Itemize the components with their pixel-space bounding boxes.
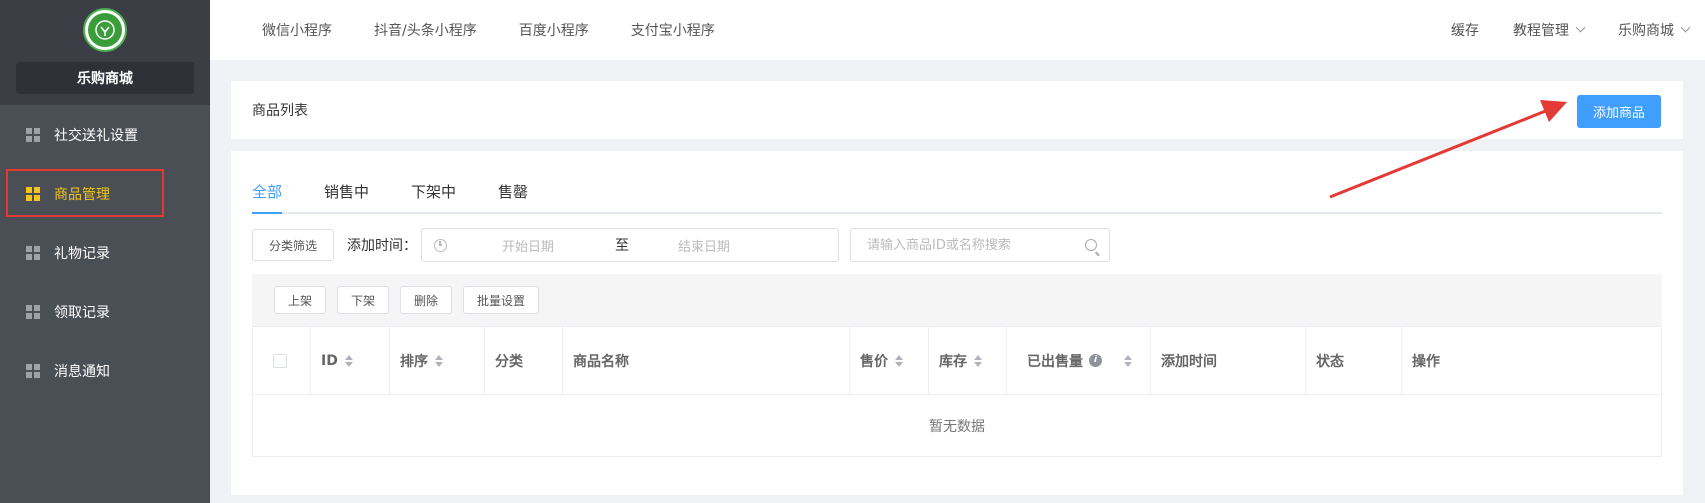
cache-link[interactable]: 缓存	[1451, 20, 1479, 40]
search-icon[interactable]	[1085, 239, 1098, 251]
add-time-label: 添加时间：	[347, 238, 418, 254]
date-range-picker[interactable]: 开始日期 至 结束日期	[421, 228, 840, 262]
sidebar-item-gift-records[interactable]: 礼物记录	[0, 223, 210, 282]
category-filter-button[interactable]: 分类筛选	[252, 229, 335, 261]
shop-dropdown[interactable]: 乐购商城	[1618, 20, 1691, 40]
sidebar-item-claim-records[interactable]: 领取记录	[0, 282, 210, 341]
clock-icon	[434, 238, 448, 252]
th-actions: 操作	[1412, 353, 1440, 370]
empty-state: 暂无数据	[929, 418, 985, 435]
shop-logo	[83, 8, 127, 52]
end-date-input[interactable]: 结束日期	[678, 236, 730, 255]
search-input[interactable]	[867, 237, 1088, 253]
sidebar: 乐购商城 社交送礼设置 商品管理 礼物记录 领取记录 消息通知	[0, 0, 210, 503]
grid-icon	[26, 127, 40, 142]
take-off-shelf-button[interactable]: 下架	[337, 286, 390, 314]
chevron-down-icon	[1575, 22, 1586, 33]
grid-icon	[26, 304, 40, 319]
status-tabs: 全部 销售中 下架中 售罄	[252, 170, 1662, 214]
nav-wechat-miniprogram[interactable]: 微信小程序	[262, 20, 332, 40]
sort-icon	[974, 354, 982, 367]
list-on-shelf-button[interactable]: 上架	[274, 286, 327, 314]
chevron-down-icon	[1680, 22, 1691, 33]
delete-button[interactable]: 删除	[400, 286, 453, 314]
sort-icon	[344, 354, 353, 367]
table-header: ID 排序 分类 商品名称 售价 库存 已出售量 i 添加时间 状态 操作	[253, 327, 1661, 395]
sidebar-item-label: 社交送礼设置	[54, 127, 138, 144]
th-price[interactable]: 售价	[850, 327, 929, 394]
tab-all[interactable]: 全部	[252, 170, 283, 214]
sidebar-item-label: 商品管理	[54, 186, 110, 203]
nav-baidu-miniprogram[interactable]: 百度小程序	[519, 20, 589, 40]
sidebar-header: 乐购商城	[0, 0, 210, 105]
tutorial-dropdown[interactable]: 教程管理	[1513, 20, 1586, 40]
th-sold-quantity[interactable]: 已出售量 i	[1007, 327, 1151, 394]
sort-icon	[1124, 354, 1132, 367]
sidebar-item-label: 领取记录	[54, 304, 110, 321]
search-box	[850, 228, 1111, 262]
sort-icon	[895, 354, 903, 367]
sidebar-item-label: 礼物记录	[54, 245, 110, 262]
tab-sold-out[interactable]: 售罄	[498, 170, 528, 212]
sidebar-item-gift-settings[interactable]: 社交送礼设置	[0, 105, 210, 164]
shop-name: 乐购商城	[16, 62, 194, 94]
tab-on-sale[interactable]: 销售中	[324, 170, 369, 212]
th-product-name: 商品名称	[563, 327, 850, 394]
nav-alipay-miniprogram[interactable]: 支付宝小程序	[631, 20, 715, 40]
nav-douyin-miniprogram[interactable]: 抖音/头条小程序	[374, 20, 477, 40]
sidebar-item-product-management[interactable]: 商品管理	[0, 164, 210, 223]
product-list-header: 商品列表 添加商品	[231, 81, 1683, 139]
gift-logo-icon	[95, 20, 115, 40]
sidebar-menu: 社交送礼设置 商品管理 礼物记录 领取记录 消息通知	[0, 105, 210, 400]
th-stock[interactable]: 库存	[929, 327, 1007, 394]
product-list-card: 全部 销售中 下架中 售罄 分类筛选 添加时间： 开始日期 至 结束日期 上架 …	[231, 151, 1683, 495]
th-sort-order[interactable]: 排序	[390, 327, 485, 394]
sort-icon	[435, 354, 443, 367]
filter-row: 分类筛选 添加时间： 开始日期 至 结束日期	[252, 228, 1111, 262]
th-add-time: 添加时间	[1151, 327, 1306, 394]
add-product-button[interactable]: 添加商品	[1577, 95, 1661, 128]
sidebar-item-label: 消息通知	[54, 363, 110, 380]
date-separator: 至	[615, 238, 630, 254]
grid-icon	[26, 363, 40, 378]
sidebar-item-notifications[interactable]: 消息通知	[0, 341, 210, 400]
th-category: 分类	[485, 327, 563, 394]
tab-off-shelf[interactable]: 下架中	[411, 170, 456, 212]
select-all-checkbox[interactable]	[273, 353, 287, 368]
th-id[interactable]: ID	[311, 327, 390, 394]
bulk-action-bar: 上架 下架 删除 批量设置	[252, 274, 1662, 326]
grid-icon	[26, 245, 40, 260]
th-status: 状态	[1306, 327, 1402, 394]
info-icon[interactable]: i	[1089, 354, 1102, 367]
page-title: 商品列表	[252, 103, 308, 119]
product-table: ID 排序 分类 商品名称 售价 库存 已出售量 i 添加时间 状态 操作 暂无…	[252, 326, 1662, 457]
th-select	[253, 327, 311, 394]
batch-settings-button[interactable]: 批量设置	[463, 286, 540, 314]
grid-icon	[26, 186, 40, 201]
start-date-input[interactable]: 开始日期	[502, 236, 554, 255]
top-nav: 微信小程序 抖音/头条小程序 百度小程序 支付宝小程序 缓存 教程管理 乐购商城	[210, 0, 1705, 60]
